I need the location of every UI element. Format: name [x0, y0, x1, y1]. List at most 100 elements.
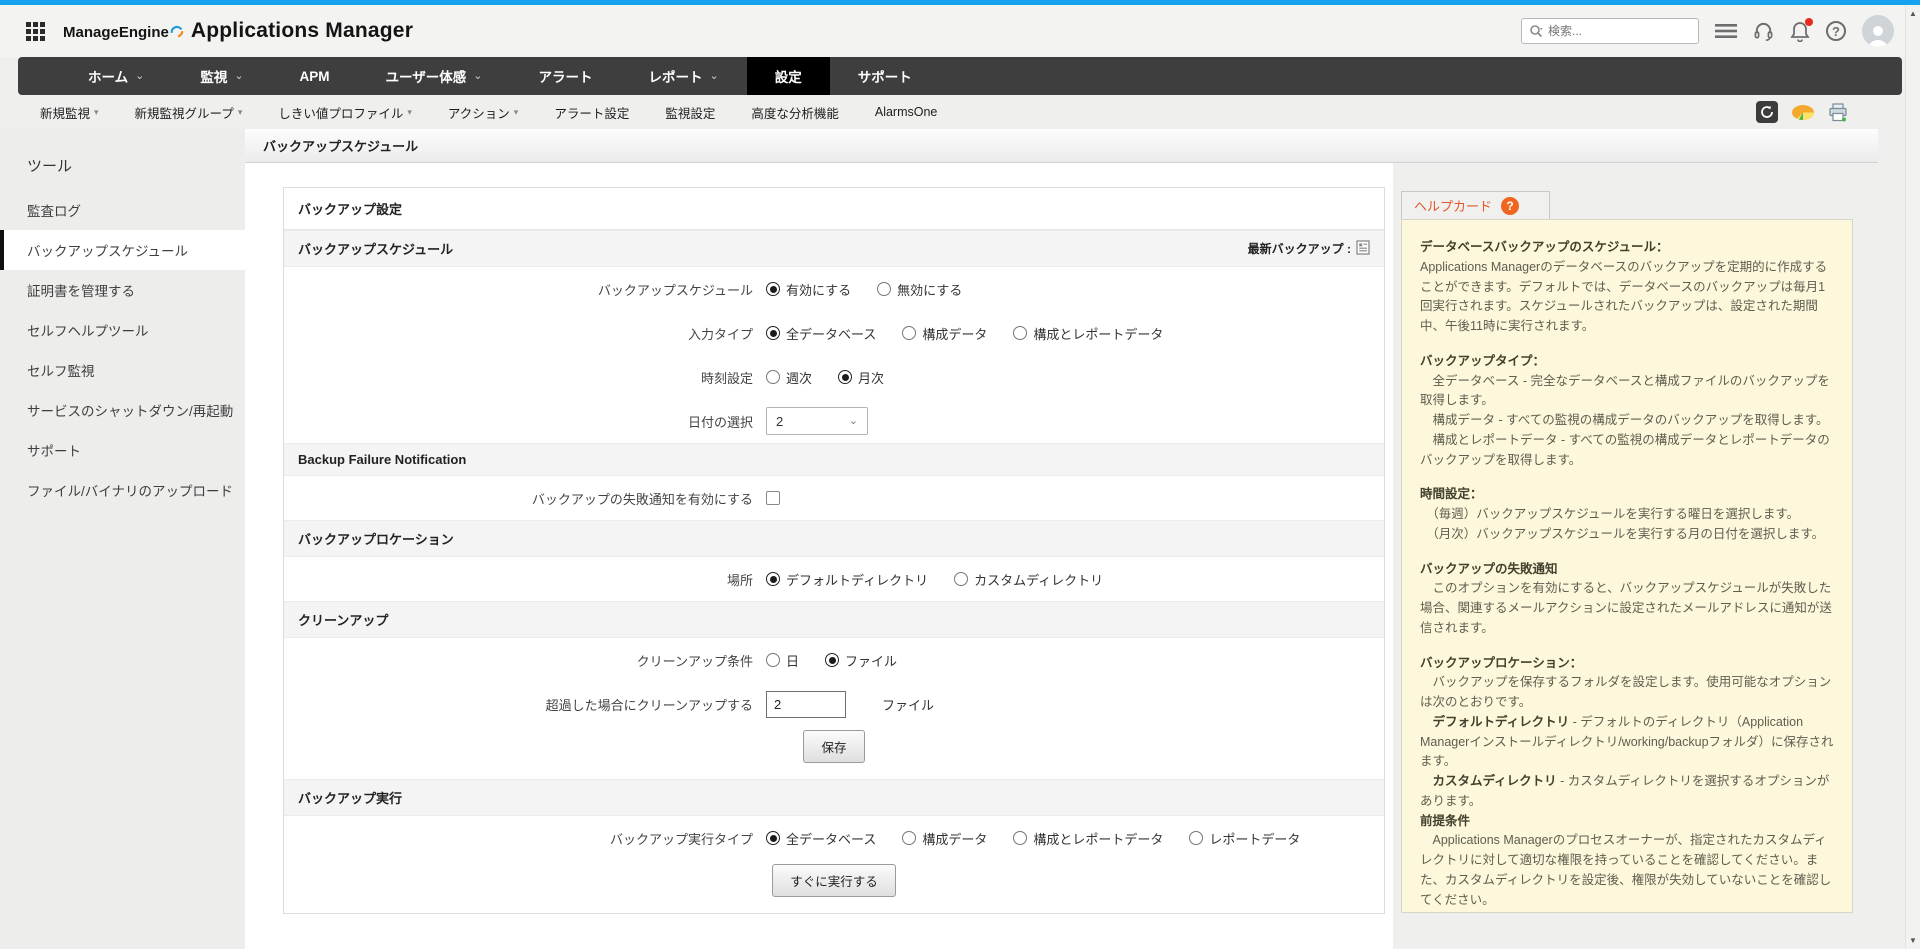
cleanup-count-input[interactable] [766, 691, 846, 718]
sidebar-item-3[interactable]: セルフヘルプツール [0, 310, 245, 350]
subnav-item-4[interactable]: アラート設定 [554, 103, 629, 122]
radio-option[interactable]: 有効にする [766, 280, 851, 299]
form-row-0-1: 入力タイプ全データベース構成データ構成とレポートデータ [284, 311, 1384, 355]
scroll-down-icon[interactable]: ▼ [1909, 936, 1917, 945]
subnav-item-3[interactable]: アクション▾ [448, 103, 518, 122]
sidebar-item-0[interactable]: 監査ログ [0, 190, 245, 230]
subnav-item-label: 監視設定 [665, 103, 715, 122]
nav-item-0[interactable]: ホーム⌄ [60, 57, 172, 95]
radio-option[interactable]: 構成データ [902, 829, 987, 848]
chevron-down-icon: ⌄ [473, 73, 482, 79]
radio-unchecked[interactable] [902, 326, 916, 340]
sidebar-item-5[interactable]: サービスのシャットダウン/再起動 [0, 390, 245, 430]
waffle-menu-icon[interactable] [26, 22, 45, 41]
radio-checked[interactable] [766, 326, 780, 340]
radio-option[interactable]: 月次 [838, 368, 884, 387]
radio-unchecked[interactable] [766, 370, 780, 384]
radio-option-label: 週次 [786, 368, 812, 387]
latest-backup-label: 最新バックアップ : [1248, 240, 1370, 258]
failure-notification-checkbox[interactable] [766, 491, 780, 505]
form-row-2-0: 場所デフォルトディレクトリ カスタムディレクトリ [284, 557, 1384, 601]
radio-unchecked[interactable] [954, 572, 968, 586]
subnav-item-6[interactable]: 高度な分析機能 [751, 103, 839, 122]
sidebar-title: ツール [0, 139, 245, 190]
nav-item-label: サポート [858, 66, 912, 86]
refresh-icon[interactable] [1756, 101, 1778, 123]
radio-option[interactable]: 構成データ [902, 324, 987, 343]
sidebar-item-1[interactable]: バックアップスケジュール [0, 230, 245, 270]
subnav-item-7[interactable]: AlarmsOne [875, 103, 938, 122]
sidebar-item-2[interactable]: 証明書を管理する [0, 270, 245, 310]
radio-checked[interactable] [766, 572, 780, 586]
nav-item-label: アラート [539, 66, 593, 86]
notification-badge [1805, 18, 1813, 26]
sidebar-item-4[interactable]: セルフ監視 [0, 350, 245, 390]
nav-item-2[interactable]: APM [272, 57, 358, 95]
radio-option[interactable]: 無効にする [877, 280, 962, 299]
radio-option[interactable]: レポートデータ [1189, 829, 1300, 848]
help-card-tab[interactable]: ヘルプカード ? [1401, 191, 1550, 219]
radio-unchecked[interactable] [766, 653, 780, 667]
save-button[interactable]: 保存 [803, 730, 864, 763]
pie-chart-icon[interactable] [1791, 104, 1815, 121]
radio-unchecked[interactable] [1013, 831, 1027, 845]
chevron-down-icon: ⌄ [234, 73, 243, 79]
form-row-0-3: 日付の選択2⌄ [284, 399, 1384, 443]
radio-checked[interactable] [838, 370, 852, 384]
radio-checked[interactable] [766, 831, 780, 845]
help-line: カスタムディレクトリ - カスタムディレクトリを選択するオプションがあります。 [1420, 772, 1834, 812]
page-scrollbar[interactable]: ▲ ▼ [1905, 5, 1920, 949]
sidebar-items: 監査ログバックアップスケジュール証明書を管理するセルフヘルプツールセルフ監視サー… [0, 190, 245, 510]
section-header-label: バックアップ実行 [298, 788, 402, 807]
radio-option[interactable]: カスタムディレクトリ [954, 570, 1103, 589]
subnav-item-0[interactable]: 新規監視▾ [40, 103, 99, 122]
nav-item-1[interactable]: 監視⌄ [172, 57, 271, 95]
help-line: Applications Managerのデータベースのバックアップを定期的に作… [1420, 258, 1834, 337]
print-icon[interactable] [1828, 103, 1848, 122]
subnav-item-1[interactable]: 新規監視グループ▾ [135, 103, 243, 122]
nav-item-6[interactable]: 設定 [747, 57, 830, 95]
hamburger-menu-icon[interactable] [1715, 23, 1737, 39]
radio-option[interactable]: 全データベース [766, 324, 876, 343]
nav-item-4[interactable]: アラート [511, 57, 621, 95]
help-section-title-3: バックアップの失敗通知 [1420, 560, 1834, 580]
radio-option[interactable]: 構成とレポートデータ [1013, 829, 1163, 848]
sidebar-item-6[interactable]: サポート [0, 430, 245, 470]
run-now-button[interactable]: すぐに実行する [772, 864, 896, 897]
nav-item-7[interactable]: サポート [830, 57, 940, 95]
scroll-up-icon[interactable]: ▲ [1909, 9, 1917, 18]
help-question-badge: ? [1501, 197, 1519, 215]
sidebar-item-7[interactable]: ファイル/バイナリのアップロード [0, 470, 245, 510]
row-label: 場所 [284, 570, 766, 589]
help-icon[interactable]: ? [1826, 21, 1846, 41]
section-header-3: クリーンアップ [284, 601, 1384, 638]
nav-item-label: ホーム [88, 66, 128, 86]
section-header-4: バックアップ実行 [284, 779, 1384, 816]
radio-unchecked[interactable] [877, 282, 891, 296]
subnav-item-2[interactable]: しきい値プロファイル▾ [278, 103, 412, 122]
nav-item-5[interactable]: レポート⌄ [621, 57, 747, 95]
notification-bell-icon[interactable] [1790, 21, 1810, 42]
latest-backup-report-icon[interactable] [1356, 240, 1370, 258]
radio-option[interactable]: 日 [766, 651, 799, 670]
radio-option[interactable]: デフォルトディレクトリ [766, 570, 928, 589]
nav-item-3[interactable]: ユーザー体感⌄ [358, 57, 511, 95]
date-select[interactable]: 2⌄ [766, 407, 868, 435]
radio-checked[interactable] [766, 282, 780, 296]
headset-icon[interactable] [1753, 21, 1774, 42]
radio-unchecked[interactable] [1013, 326, 1027, 340]
radio-option[interactable]: 構成とレポートデータ [1013, 324, 1163, 343]
radio-unchecked[interactable] [1189, 831, 1203, 845]
subnav-item-5[interactable]: 監視設定 [665, 103, 715, 122]
search-input[interactable] [1548, 24, 1691, 38]
user-avatar[interactable] [1862, 15, 1894, 47]
radio-unchecked[interactable] [902, 831, 916, 845]
help-card-panel: データベースバックアップのスケジュール：Applications Manager… [1401, 219, 1853, 913]
radio-option[interactable]: 全データベース [766, 829, 876, 848]
radio-option[interactable]: 週次 [766, 368, 812, 387]
app-header: ManageEngine Applications Manager ? [0, 5, 1920, 57]
radio-option[interactable]: ファイル [825, 651, 897, 670]
subnav-item-label: 新規監視 [40, 103, 90, 122]
radio-checked[interactable] [825, 653, 839, 667]
radio-option-label: 構成データ [922, 829, 987, 848]
